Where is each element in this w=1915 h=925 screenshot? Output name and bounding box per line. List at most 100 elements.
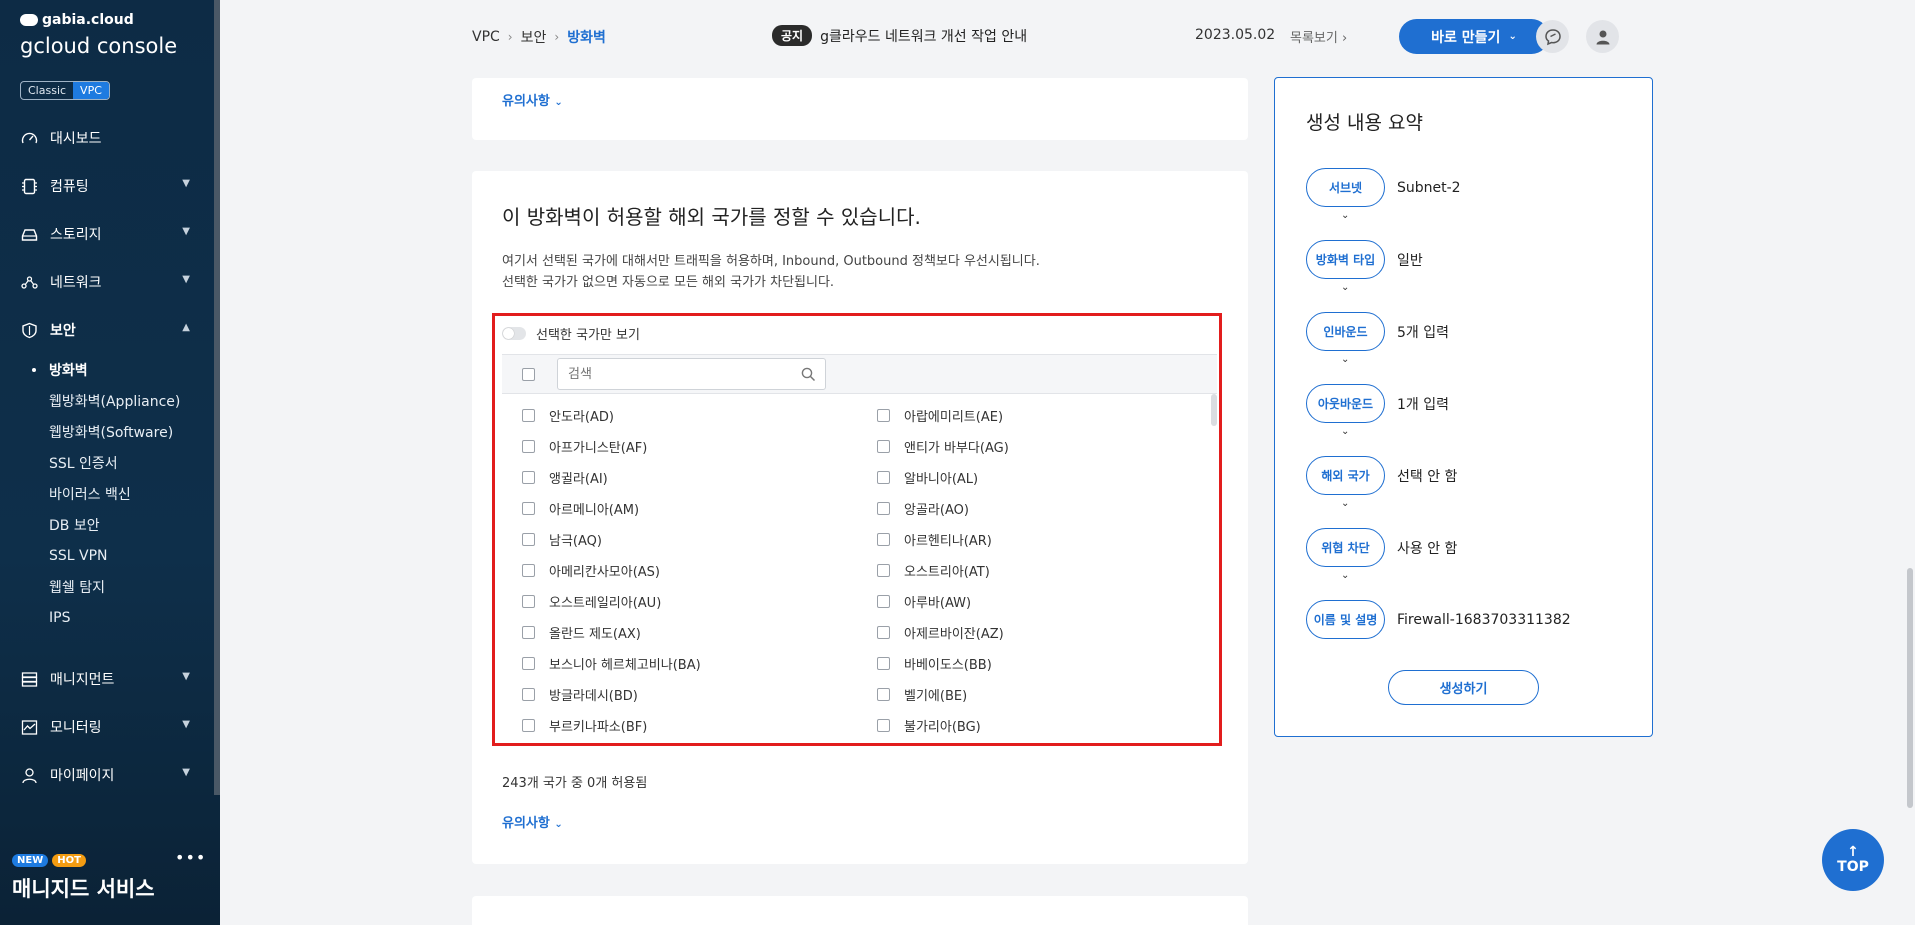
console-title[interactable]: gcloud console — [20, 34, 177, 58]
country-checkbox[interactable] — [522, 409, 535, 422]
sidebar-item-management[interactable]: 매니지먼트 ▼ — [0, 655, 214, 703]
brand-logo[interactable]: gabia.cloud — [20, 12, 134, 28]
country-checkbox[interactable] — [522, 471, 535, 484]
country-checkbox[interactable] — [522, 719, 535, 732]
summary-step-pill[interactable]: 해외 국가 — [1306, 456, 1385, 495]
sidebar-subitem-antivirus[interactable]: 바이러스 백신 — [0, 478, 214, 509]
only-selected-toggle[interactable]: 선택한 국가만 보기 — [502, 324, 640, 343]
sidebar-item-monitoring[interactable]: 모니터링 ▼ — [0, 703, 214, 751]
country-checkbox[interactable] — [522, 626, 535, 639]
country-row[interactable]: 알바니아(AL) — [877, 468, 978, 487]
country-checkbox[interactable] — [877, 440, 890, 453]
sidebar-item-computing[interactable]: 컴퓨팅 ▼ — [0, 162, 214, 210]
country-checkbox[interactable] — [877, 564, 890, 577]
summary-step-pill[interactable]: 인바운드 — [1306, 312, 1385, 351]
country-row[interactable]: 아프가니스탄(AF) — [522, 437, 647, 456]
notice-banner[interactable]: 공지 g클라우드 네트워크 개선 작업 안내 — [772, 25, 1027, 46]
country-checkbox[interactable] — [522, 657, 535, 670]
country-checkbox[interactable] — [522, 688, 535, 701]
country-row[interactable]: 안도라(AD) — [522, 406, 614, 425]
country-row[interactable]: 벨기에(BE) — [877, 685, 967, 704]
country-row[interactable]: 방글라데시(BD) — [522, 685, 638, 704]
more-dots-icon[interactable]: ••• — [175, 848, 206, 867]
notice-text[interactable]: g클라우드 네트워크 개선 작업 안내 — [820, 26, 1027, 46]
country-search-input[interactable] — [558, 359, 788, 389]
notice-list-label: 목록보기 — [1290, 31, 1338, 46]
quick-create-button[interactable]: 바로 만들기 ⌄ — [1399, 19, 1549, 54]
sidebar-scrollbar[interactable] — [214, 0, 220, 795]
summary-step-pill[interactable]: 위협 차단 — [1306, 528, 1385, 567]
country-checkbox[interactable] — [522, 533, 535, 546]
chat-button[interactable] — [1536, 20, 1569, 53]
country-row[interactable]: 올란드 제도(AX) — [522, 623, 641, 642]
country-row[interactable]: 불가리아(BG) — [877, 716, 981, 735]
country-checkbox[interactable] — [522, 595, 535, 608]
notice-list-link[interactable]: 목록보기 › — [1290, 27, 1347, 46]
sidebar-subitem-waf-software[interactable]: 웹방화벽(Software) — [0, 416, 214, 447]
generate-button[interactable]: 생성하기 — [1388, 670, 1539, 705]
country-list-scrollbar[interactable] — [1211, 394, 1217, 426]
mode-vpc[interactable]: VPC — [73, 82, 109, 99]
sidebar-item-security[interactable]: 보안 ▲ — [0, 306, 214, 354]
sidebar-item-network[interactable]: 네트워크 ▼ — [0, 258, 214, 306]
summary-step-pill[interactable]: 아웃바운드 — [1306, 384, 1385, 423]
search-icon[interactable] — [801, 367, 816, 386]
country-row[interactable]: 남극(AQ) — [522, 530, 602, 549]
breadcrumb-security[interactable]: 보안 — [521, 27, 547, 47]
sidebar-item-dashboard[interactable]: 대시보드 — [0, 114, 214, 162]
breadcrumb-firewall[interactable]: 방화벽 — [567, 27, 606, 47]
cloud-icon — [20, 14, 38, 26]
sidebar-item-storage[interactable]: 스토리지 ▼ — [0, 210, 214, 258]
caution-link[interactable]: 유의사항 ⌄ — [502, 812, 563, 831]
country-row[interactable]: 아메리칸사모아(AS) — [522, 561, 660, 580]
country-list[interactable]: 안도라(AD) 아프가니스탄(AF) 앵귈라(AI) 아르메니아(AM) 남극(AQ) 아… — [502, 394, 1217, 743]
country-checkbox[interactable] — [877, 595, 890, 608]
sidebar-subitem-db-security[interactable]: DB 보안 — [0, 509, 214, 540]
breadcrumb-vpc[interactable]: VPC — [472, 29, 500, 45]
promo-banner[interactable]: NEW HOT 매니지드 서비스 — [12, 848, 155, 903]
country-checkbox[interactable] — [877, 657, 890, 670]
country-checkbox[interactable] — [877, 688, 890, 701]
mode-classic[interactable]: Classic — [21, 82, 73, 99]
mode-toggle[interactable]: Classic VPC — [20, 81, 110, 100]
country-checkbox[interactable] — [522, 564, 535, 577]
sidebar-subitem-waf-appliance[interactable]: 웹방화벽(Appliance) — [0, 385, 214, 416]
scroll-top-button[interactable]: ↑ TOP — [1822, 829, 1884, 891]
country-row[interactable]: 아르메니아(AM) — [522, 499, 639, 518]
country-checkbox[interactable] — [877, 409, 890, 422]
country-row[interactable]: 보스니아 헤르체고비나(BA) — [522, 654, 701, 673]
sidebar-subitem-ips[interactable]: IPS — [0, 602, 214, 633]
country-row[interactable]: 아제르바이잔(AZ) — [877, 623, 1004, 642]
sidebar-item-mypage[interactable]: 마이페이지 ▼ — [0, 751, 214, 799]
country-row[interactable]: 아르헨티나(AR) — [877, 530, 992, 549]
country-search[interactable] — [557, 358, 826, 390]
country-row[interactable]: 부르키나파소(BF) — [522, 716, 647, 735]
country-row[interactable]: 오스트레일리아(AU) — [522, 592, 661, 611]
country-row[interactable]: 앙골라(AO) — [877, 499, 969, 518]
toggle-switch[interactable] — [502, 327, 526, 340]
country-checkbox[interactable] — [522, 440, 535, 453]
summary-step-pill[interactable]: 서브넷 — [1306, 168, 1385, 207]
country-checkbox[interactable] — [877, 626, 890, 639]
page-scrollbar[interactable] — [1907, 568, 1913, 808]
country-checkbox[interactable] — [522, 502, 535, 515]
sidebar-subitem-ssl-vpn[interactable]: SSL VPN — [0, 540, 214, 571]
sidebar-subitem-webshell[interactable]: 웹쉘 탐지 — [0, 571, 214, 602]
country-checkbox[interactable] — [877, 533, 890, 546]
country-checkbox[interactable] — [877, 502, 890, 515]
summary-step-pill[interactable]: 방화벽 타입 — [1306, 240, 1385, 279]
profile-button[interactable] — [1586, 20, 1619, 53]
country-row[interactable]: 바베이도스(BB) — [877, 654, 992, 673]
country-row[interactable]: 앵귈라(AI) — [522, 468, 608, 487]
sidebar-subitem-ssl-cert[interactable]: SSL 인증서 — [0, 447, 214, 478]
caution-link[interactable]: 유의사항 ⌄ — [502, 90, 563, 109]
country-checkbox[interactable] — [877, 719, 890, 732]
sidebar-subitem-firewall[interactable]: 방화벽 — [0, 354, 214, 385]
country-row[interactable]: 아랍에미리트(AE) — [877, 406, 1003, 425]
country-row[interactable]: 앤티가 바부다(AG) — [877, 437, 1009, 456]
country-row[interactable]: 아루바(AW) — [877, 592, 971, 611]
select-all-checkbox[interactable] — [522, 368, 535, 381]
country-checkbox[interactable] — [877, 471, 890, 484]
summary-step-pill[interactable]: 이름 및 설명 — [1306, 600, 1385, 639]
country-row[interactable]: 오스트리아(AT) — [877, 561, 990, 580]
